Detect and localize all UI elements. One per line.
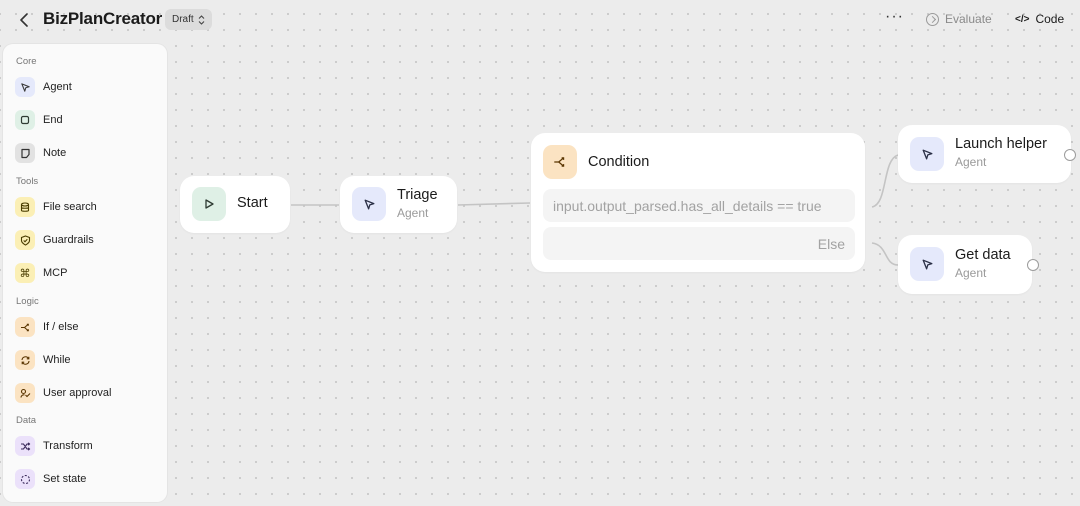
status-dropdown[interactable]: Draft <box>165 9 212 30</box>
palette-item-file-search[interactable]: File search <box>15 196 97 218</box>
node-title: Triage <box>397 187 438 203</box>
palette-item-label: Note <box>43 147 67 159</box>
node-title: Launch helper <box>955 136 1047 152</box>
palette-item-note[interactable]: Note <box>15 142 66 164</box>
section-logic: Logic <box>16 296 39 307</box>
palette-item-while[interactable]: While <box>15 349 71 371</box>
node-get-data[interactable]: Get data Agent <box>898 235 1032 294</box>
edge-condition-launch <box>871 154 899 208</box>
section-tools: Tools <box>16 176 39 187</box>
palette-item-guardrails[interactable]: Guardrails <box>15 229 94 251</box>
evaluate-button[interactable]: Evaluate <box>926 12 992 26</box>
section-core: Core <box>16 56 37 67</box>
square-icon <box>15 110 35 130</box>
node-subtitle: Agent <box>955 155 987 169</box>
branch-icon <box>543 145 577 179</box>
top-bar: BizPlanCreator Draft ··· Evaluate </> Co… <box>0 0 1080 40</box>
cursor-arrow-icon <box>15 77 35 97</box>
palette-item-label: End <box>43 114 63 126</box>
node-condition[interactable]: Condition input.output_parsed.has_all_de… <box>531 133 865 272</box>
shield-icon <box>15 230 35 250</box>
palette-item-label: If / else <box>43 321 79 333</box>
condition-else[interactable]: Else <box>543 227 855 260</box>
section-data: Data <box>16 415 37 426</box>
code-label: Code <box>1035 12 1065 26</box>
evaluate-label: Evaluate <box>945 12 992 26</box>
back-button[interactable] <box>14 10 34 30</box>
palette-item-label: File search <box>43 201 97 213</box>
palette-item-label: MCP <box>43 267 68 279</box>
node-title: Condition <box>588 154 650 170</box>
condition-expression[interactable]: input.output_parsed.has_all_details == t… <box>543 189 855 222</box>
more-options-button[interactable]: ··· <box>885 8 904 26</box>
node-title: Start <box>237 195 268 211</box>
chevron-updown-icon <box>198 14 205 25</box>
palette-item-agent[interactable]: Agent <box>15 76 72 98</box>
cursor-arrow-icon <box>910 137 944 171</box>
cursor-arrow-icon <box>352 187 386 221</box>
palette-item-set-state[interactable]: Set state <box>15 468 86 490</box>
palette-item-label: While <box>43 354 71 366</box>
code-button[interactable]: </> Code <box>1015 12 1064 26</box>
palette-item-if-else[interactable]: If / else <box>15 316 78 338</box>
palette-item-label: Transform <box>43 440 93 452</box>
edge-triage-condition <box>457 202 531 206</box>
loop-icon <box>15 350 35 370</box>
node-title: Get data <box>955 247 1011 263</box>
node-palette: Core Agent End Note Tools File search Gu… <box>3 44 167 502</box>
palette-item-label: Guardrails <box>43 234 94 246</box>
dashed-circle-icon <box>15 469 35 489</box>
palette-item-label: Agent <box>43 81 72 93</box>
code-icon: </> <box>1015 13 1030 25</box>
cursor-arrow-icon <box>910 247 944 281</box>
node-subtitle: Agent <box>397 206 429 220</box>
palette-item-end[interactable]: End <box>15 109 63 131</box>
note-icon <box>15 143 35 163</box>
status-label: Draft <box>172 14 194 25</box>
node-subtitle: Agent <box>955 266 987 280</box>
play-icon <box>192 187 226 221</box>
palette-item-transform[interactable]: Transform <box>15 435 93 457</box>
branch-icon <box>15 317 35 337</box>
palette-item-mcp[interactable]: ⌘ MCP <box>15 262 67 284</box>
workflow-title: BizPlanCreator <box>43 9 163 28</box>
node-start[interactable]: Start <box>180 176 290 233</box>
command-icon: ⌘ <box>15 263 35 283</box>
database-icon <box>15 197 35 217</box>
node-triage[interactable]: Triage Agent <box>340 176 457 233</box>
shuffle-icon <box>15 436 35 456</box>
edge-condition-getdata <box>871 242 899 266</box>
palette-item-label: User approval <box>43 387 112 399</box>
chevron-left-icon <box>20 13 28 27</box>
output-port[interactable] <box>1027 259 1039 271</box>
compass-icon <box>926 12 939 26</box>
output-port[interactable] <box>1064 149 1076 161</box>
palette-item-user-approval[interactable]: User approval <box>15 382 111 404</box>
palette-item-label: Set state <box>43 473 87 485</box>
node-launch-helper[interactable]: Launch helper Agent <box>898 125 1071 183</box>
approval-icon <box>15 383 35 403</box>
